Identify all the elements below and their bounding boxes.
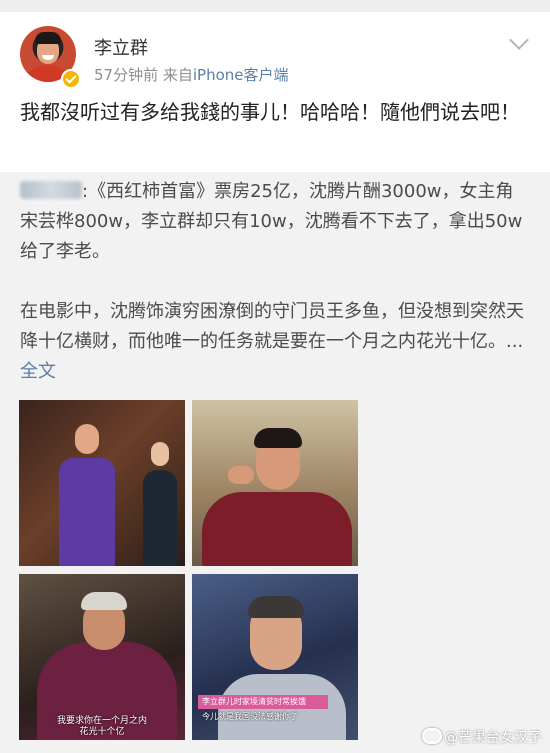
photo-grid: 我要求你在一个月之内 花光十个亿 李立群儿时家境清贫时常挨饿 今儿就是我国没法感…	[0, 400, 550, 753]
weibo-icon	[422, 728, 442, 744]
post-source[interactable]: iPhone客户端	[193, 66, 289, 84]
floral-jacket	[202, 492, 352, 566]
photo-1[interactable]	[19, 400, 185, 566]
avatar-hair	[35, 32, 61, 44]
chevron-down-icon[interactable]	[509, 30, 529, 50]
repost-text: :《西红柿首富》票房25亿，沈腾片酬3000w，女主角宋芸桦800w，李立群却只…	[20, 177, 530, 417]
purple-suit-figure	[59, 458, 115, 566]
repost-paragraph-2: 在电影中，沈腾饰演穷困潦倒的守门员王多鱼，但没想到突然天降十亿横财，而他唯一的任…	[20, 297, 530, 387]
photo-4-caption: 今儿就是我国没法感谢你了	[202, 712, 298, 721]
read-more-link[interactable]: 全文	[20, 361, 56, 382]
figure-hair	[81, 592, 127, 610]
figure-head	[75, 424, 99, 454]
username[interactable]: 李立群	[94, 34, 148, 60]
photo-2[interactable]	[192, 400, 358, 566]
post-time: 57分钟前	[94, 66, 159, 84]
post-header: 李立群 57分钟前 来自iPhone客户端	[0, 12, 550, 94]
photo-3[interactable]: 我要求你在一个月之内 花光十个亿	[19, 574, 185, 740]
woman-head	[151, 442, 169, 466]
figure-hair	[248, 596, 304, 618]
repost-paragraph-1: :《西红柿首富》票房25亿，沈腾片酬3000w，女主角宋芸桦800w，李立群却只…	[20, 177, 530, 267]
watermark-text: @芒果台女汉子	[444, 730, 542, 746]
source-prefix: 来自	[162, 66, 193, 84]
watermark: @芒果台女汉子	[422, 727, 542, 747]
repost-paragraph-2-text: 在电影中，沈腾饰演穷困潦倒的守门员王多鱼，但没想到突然天降十亿横财，而他唯一的任…	[20, 301, 524, 352]
photo-3-subtitle-line2: 花光十个亿	[79, 727, 125, 737]
verified-badge-icon	[61, 69, 81, 89]
photo-4[interactable]: 李立群儿时家境清贫时常挨饿 今儿就是我国没法感谢你了	[192, 574, 358, 740]
woman-figure	[143, 470, 177, 566]
blurred-author-name	[20, 181, 82, 199]
post-text: 我都沒听过有多给我錢的事儿！哈哈哈！隨他們说去吧！	[20, 100, 520, 124]
pointing-hand	[228, 466, 254, 484]
repost-paragraph-1-text: :《西红柿首富》票房25亿，沈腾片酬3000w，女主角宋芸桦800w，李立群却只…	[20, 181, 523, 262]
post-meta: 57分钟前 来自iPhone客户端	[94, 64, 289, 85]
figure-hair	[254, 428, 302, 448]
top-strip	[0, 0, 550, 12]
photo-4-caption-bar: 李立群儿时家境清贫时常挨饿	[198, 695, 328, 709]
